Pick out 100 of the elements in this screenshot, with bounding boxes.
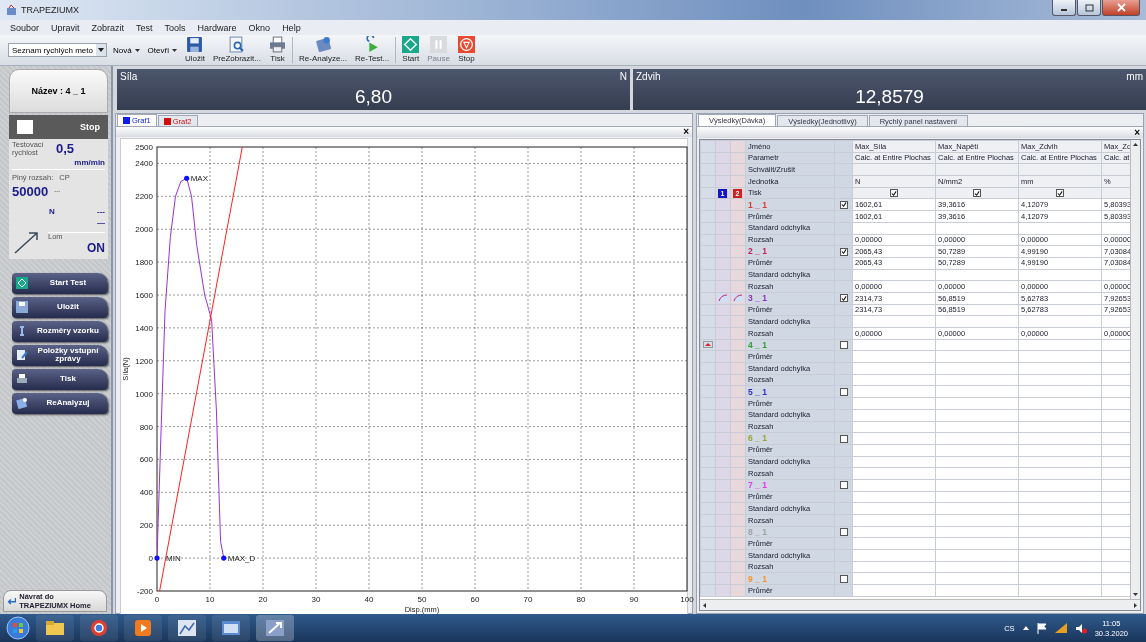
toolbar-button[interactable]: Stop bbox=[455, 36, 477, 63]
y-tick-label: 2200 bbox=[135, 192, 153, 202]
tray-expand-icon[interactable] bbox=[1022, 626, 1029, 630]
x-tick-label: 90 bbox=[629, 595, 639, 604]
close-button[interactable]: × bbox=[683, 127, 689, 137]
flag-icon[interactable] bbox=[1036, 622, 1047, 634]
taskbar-app[interactable] bbox=[256, 615, 294, 641]
taskbar-app[interactable] bbox=[36, 615, 74, 641]
toolbar-button[interactable]: Re-Test... bbox=[353, 36, 392, 63]
menu-item[interactable]: Test bbox=[136, 22, 153, 33]
menu-item[interactable]: Tools bbox=[164, 22, 186, 33]
action-button[interactable]: Položky vstupní zprávy bbox=[12, 344, 108, 366]
curve-icon[interactable] bbox=[733, 293, 743, 302]
point-label: MIN bbox=[166, 554, 181, 564]
menu-item[interactable]: Hardware bbox=[197, 22, 237, 33]
y-tick-label: 800 bbox=[139, 422, 153, 432]
readout-label: Síla bbox=[120, 71, 139, 82]
y-tick-label: 200 bbox=[139, 521, 153, 531]
start-icon bbox=[402, 36, 420, 53]
speaker-muted-icon[interactable] bbox=[1074, 622, 1087, 634]
print-checkbox[interactable] bbox=[1056, 189, 1064, 198]
toolbar-button[interactable]: Start bbox=[400, 36, 422, 63]
scroll-up-icon[interactable] bbox=[1131, 140, 1140, 149]
x-tick-label: 0 bbox=[154, 595, 160, 604]
status-indicator bbox=[17, 120, 33, 134]
specimen-name[interactable]: 5 _ 1 bbox=[748, 386, 767, 397]
status-text: Stop bbox=[80, 122, 100, 132]
y-tick-label: 1000 bbox=[135, 389, 153, 399]
app-icon bbox=[6, 4, 17, 16]
readout-unit: N bbox=[619, 71, 627, 82]
y-tick-label: 2500 bbox=[135, 143, 153, 152]
specimen-checkbox[interactable] bbox=[839, 341, 848, 350]
taskbar-app[interactable] bbox=[168, 615, 206, 641]
caret-icon bbox=[134, 48, 140, 52]
point-marker bbox=[221, 555, 227, 561]
menu-item[interactable]: Upravit bbox=[51, 22, 80, 33]
menu-item[interactable]: Okno bbox=[248, 22, 271, 33]
action-button[interactable]: Tisk bbox=[12, 368, 108, 390]
specimen-checkbox[interactable] bbox=[839, 294, 848, 303]
action-button[interactable]: ReAnalyzuj bbox=[12, 392, 108, 414]
y-tick-label: -200 bbox=[137, 587, 153, 596]
y-tick-label: 1600 bbox=[135, 291, 153, 300]
x-tick-label: 30 bbox=[311, 595, 321, 604]
action-button[interactable]: Uložit bbox=[12, 296, 108, 318]
x-tick-label: 10 bbox=[205, 595, 215, 604]
printer-icon bbox=[16, 373, 28, 385]
specimen-checkbox[interactable] bbox=[839, 247, 848, 256]
action-button[interactable]: Rozměry vzorku bbox=[12, 320, 108, 342]
caret-icon bbox=[97, 48, 104, 52]
minimize-button[interactable] bbox=[1052, 0, 1076, 16]
menu-item[interactable]: Zobrazit bbox=[91, 22, 125, 33]
point-label: MAX bbox=[190, 174, 208, 184]
specimen-checkbox[interactable] bbox=[839, 481, 848, 490]
y-tick-label: 0 bbox=[148, 554, 153, 564]
vertical-scrollbar[interactable] bbox=[1130, 140, 1140, 599]
media-player-icon bbox=[135, 620, 151, 636]
horizontal-scrollbar[interactable] bbox=[700, 599, 1140, 610]
readout-label: Zdvih bbox=[636, 71, 662, 82]
taskbar-app[interactable] bbox=[80, 615, 118, 641]
browser-icon bbox=[90, 619, 108, 637]
maximize-button[interactable] bbox=[1077, 0, 1101, 16]
folder-icon bbox=[46, 621, 64, 635]
toolbar-button[interactable]: Tisk bbox=[267, 36, 288, 63]
dropdown-menu[interactable]: Otevři bbox=[145, 45, 179, 55]
action-button[interactable]: Start Test bbox=[12, 272, 108, 294]
maximize-icon bbox=[1084, 3, 1094, 12]
toolbar-button[interactable]: PreZobrazit... bbox=[210, 36, 263, 63]
specimen-checkbox[interactable] bbox=[839, 200, 848, 209]
print-checkbox[interactable] bbox=[973, 189, 981, 198]
y-tick-label: 2000 bbox=[135, 225, 153, 235]
specimen-checkbox[interactable] bbox=[839, 528, 848, 537]
specimen-checkbox[interactable] bbox=[839, 387, 848, 396]
dropdown-menu[interactable]: Nová bbox=[110, 45, 142, 55]
menu-item[interactable]: Help bbox=[282, 22, 301, 33]
readout-value: 12,8579 bbox=[855, 86, 924, 108]
close-button[interactable] bbox=[1102, 0, 1140, 16]
quick-methods-dropdown[interactable]: Seznam rychlých meto bbox=[8, 43, 107, 57]
close-button[interactable]: × bbox=[1134, 127, 1140, 138]
taskbar-app[interactable] bbox=[124, 615, 162, 641]
curve-icon[interactable] bbox=[718, 293, 728, 302]
specimen-name[interactable]: 2 _ 1 bbox=[748, 246, 767, 257]
network-icon[interactable] bbox=[1054, 623, 1067, 633]
taskbar-app[interactable] bbox=[212, 615, 250, 641]
start-button[interactable] bbox=[6, 616, 30, 640]
specimen-name[interactable]: 3 _ 1 bbox=[748, 293, 767, 304]
readout-value: 6,80 bbox=[355, 86, 392, 108]
point-marker bbox=[184, 175, 190, 181]
x-tick-label: 100 bbox=[680, 595, 694, 604]
toolbar-button[interactable]: Re-Analyze... bbox=[297, 36, 349, 63]
menu-item[interactable]: Soubor bbox=[10, 22, 40, 33]
print-checkbox[interactable] bbox=[890, 189, 898, 198]
toolbar-button[interactable]: Uložit bbox=[182, 36, 207, 63]
stop-icon bbox=[457, 36, 475, 53]
specimen-checkbox[interactable] bbox=[839, 574, 848, 583]
range-unit: N bbox=[49, 206, 55, 216]
y-tick-label: 1400 bbox=[135, 323, 153, 333]
x-tick-label: 50 bbox=[417, 595, 427, 604]
speed-unit: mm/min bbox=[74, 158, 105, 167]
y-tick-label: 600 bbox=[139, 455, 153, 465]
specimen-checkbox[interactable] bbox=[839, 434, 848, 443]
